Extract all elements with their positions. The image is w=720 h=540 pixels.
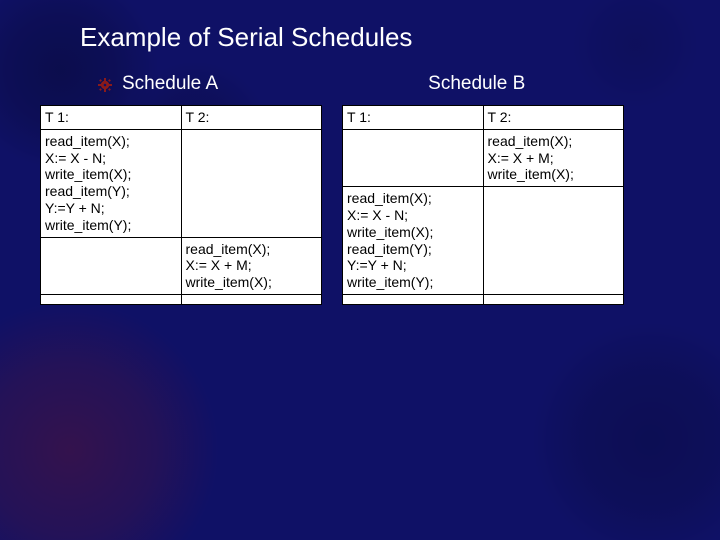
schedule-b-table: T 1: T 2: read_item(X); X:= X + M; write… — [342, 105, 624, 305]
empty-cell — [41, 294, 182, 304]
empty-cell — [483, 187, 624, 295]
table-row: T 1: T 2: — [41, 106, 322, 130]
table-row: read_item(X); X:= X - N; write_item(X); … — [41, 129, 322, 237]
table-row — [343, 294, 624, 304]
table-row: T 1: T 2: — [343, 106, 624, 130]
empty-cell — [343, 129, 484, 186]
empty-cell — [41, 237, 182, 294]
t2-header: T 2: — [181, 106, 322, 130]
schedule-b-heading: Schedule B — [428, 73, 525, 95]
schedule-a-label: Schedule A — [122, 73, 218, 95]
t1-header: T 1: — [41, 106, 182, 130]
subtitle-row: Schedule A Schedule B — [98, 73, 660, 95]
t1-body: read_item(X); X:= X - N; write_item(X); … — [45, 133, 177, 234]
slide-title: Example of Serial Schedules — [80, 22, 660, 53]
empty-cell — [181, 294, 322, 304]
schedule-a-table: T 1: T 2: read_item(X); X:= X - N; write… — [40, 105, 322, 305]
t2-header: T 2: — [483, 106, 624, 130]
t1-header: T 1: — [343, 106, 484, 130]
schedule-a-heading: Schedule A — [98, 73, 218, 95]
table-row: read_item(X); X:= X - N; write_item(X); … — [343, 187, 624, 295]
t2-body: read_item(X); X:= X + M; write_item(X); — [488, 133, 620, 183]
slide: Example of Serial Schedules — [0, 0, 720, 540]
empty-cell — [343, 294, 484, 304]
tables-row: T 1: T 2: read_item(X); X:= X - N; write… — [40, 105, 660, 305]
empty-cell — [483, 294, 624, 304]
table-row: read_item(X); X:= X + M; write_item(X); — [343, 129, 624, 186]
gear-bullet-icon — [98, 78, 110, 90]
table-row — [41, 294, 322, 304]
t1-body: read_item(X); X:= X - N; write_item(X); … — [347, 190, 479, 291]
empty-cell — [181, 129, 322, 237]
schedule-b-label: Schedule B — [428, 73, 525, 94]
t2-body: read_item(X); X:= X + M; write_item(X); — [186, 241, 318, 291]
table-row: read_item(X); X:= X + M; write_item(X); — [41, 237, 322, 294]
